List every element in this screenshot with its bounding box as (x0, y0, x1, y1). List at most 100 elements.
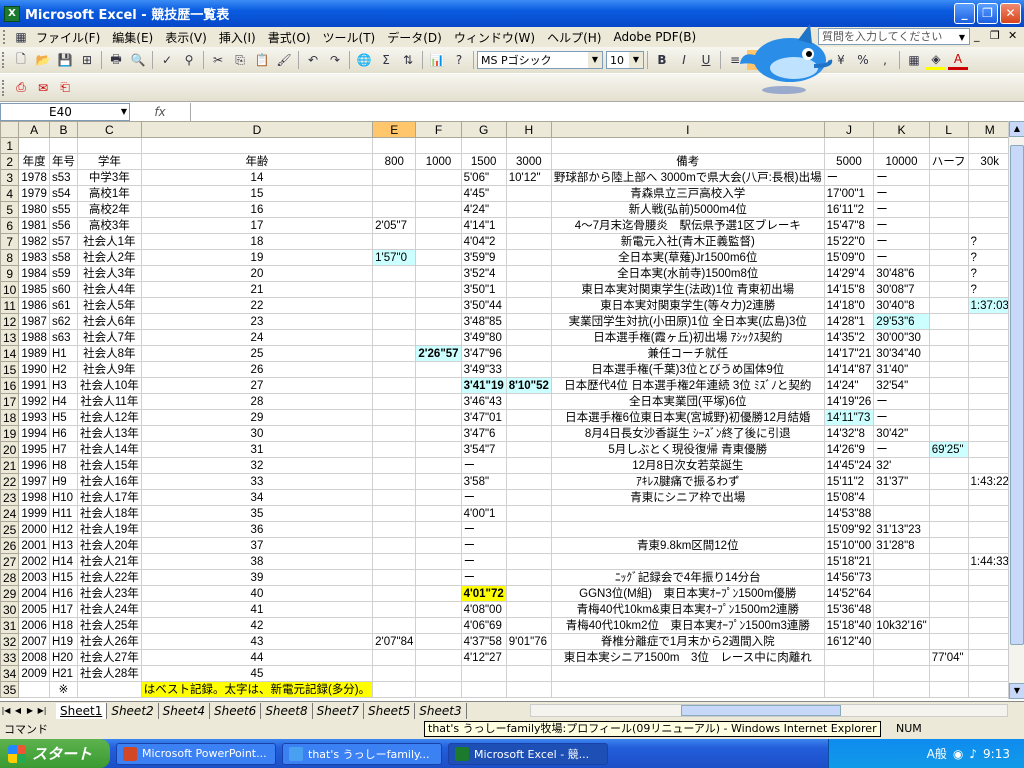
cell-m33[interactable] (967, 649, 1008, 666)
cell-l35[interactable] (928, 681, 969, 698)
row-header[interactable]: 13 (0, 329, 20, 346)
column-header-c[interactable]: C (76, 121, 142, 138)
cell-d8[interactable]: 19 (140, 249, 374, 266)
cell-i24[interactable] (550, 505, 825, 522)
cell-l33[interactable]: 77'04" (928, 649, 969, 666)
cell-b19[interactable]: H6 (48, 425, 78, 442)
menubar-grip[interactable] (3, 30, 9, 44)
cell-b1[interactable] (48, 137, 78, 154)
copy-icon[interactable]: ⎘ (230, 50, 250, 70)
taskbar-powerpoint[interactable]: Microsoft PowerPoint... (116, 742, 276, 765)
cell-i26[interactable]: 青東9.8km区間12位 (550, 537, 825, 554)
tab-sheet3[interactable]: Sheet3 (415, 702, 467, 719)
cell-k35[interactable] (873, 681, 930, 698)
column-header-m[interactable]: M (967, 121, 1008, 138)
cell-e25[interactable] (372, 521, 417, 538)
cell-f27[interactable] (415, 553, 462, 570)
cell-d28[interactable]: 39 (140, 569, 374, 586)
cell-h26[interactable] (505, 537, 552, 554)
cell-i5[interactable]: 新人戦(弘前)5000m4位 (550, 201, 825, 218)
cell-f26[interactable] (415, 537, 462, 554)
cell-g11[interactable]: 3'50"44 (460, 297, 507, 314)
cell-a17[interactable]: 1992 (18, 393, 50, 410)
cell-l14[interactable] (928, 345, 969, 362)
cell-c9[interactable]: 社会人3年 (76, 265, 142, 282)
horizontal-scrollbar[interactable] (530, 704, 1008, 717)
cell-g19[interactable]: 3'47"6 (460, 425, 507, 442)
cell-k21[interactable]: 32' (873, 457, 930, 474)
cell-b7[interactable]: s57 (48, 233, 78, 250)
cell-i14[interactable]: 兼任コーチ就任 (550, 345, 825, 362)
menu-data[interactable]: データ(D) (381, 29, 448, 46)
menu-format[interactable]: 書式(O) (262, 29, 317, 46)
cell-j10[interactable]: 14'15"8 (823, 281, 875, 298)
cell-j19[interactable]: 14'32"8 (823, 425, 875, 442)
cell-b12[interactable]: s62 (48, 313, 78, 330)
cell-h10[interactable] (505, 281, 552, 298)
cell-i18[interactable]: 日本選手権6位東日本実(宮城野)初優勝12月結婚 (550, 409, 825, 426)
cell-b11[interactable]: s61 (48, 297, 78, 314)
cell-c5[interactable]: 高校2年 (76, 201, 142, 218)
row-header[interactable]: 29 (0, 585, 20, 602)
cell-d6[interactable]: 17 (140, 217, 374, 234)
tab-sheet6[interactable]: Sheet6 (210, 702, 262, 719)
cell-j25[interactable]: 15'09"92 (823, 521, 875, 538)
cell-h30[interactable] (505, 601, 552, 618)
pdf-toolbar-grip[interactable] (2, 79, 8, 96)
cell-a31[interactable]: 2006 (18, 617, 50, 634)
column-header-h[interactable]: H (505, 121, 552, 138)
cell-g29[interactable]: 4'01"72 (460, 585, 507, 602)
help-dropdown-icon[interactable]: ▼ (956, 30, 968, 43)
cell-m35[interactable] (967, 681, 1008, 698)
cell-c1[interactable] (76, 137, 142, 154)
workbook-restore-button[interactable]: ❐ (990, 29, 1000, 42)
cell-j20[interactable]: 14'26"9 (823, 441, 875, 458)
cell-i16[interactable]: 日本歴代4位 日本選手権2年連続 3位 ﾐｽﾞﾉと契約 (550, 377, 825, 394)
cell-a23[interactable]: 1998 (18, 489, 50, 506)
row-header[interactable]: 5 (0, 201, 20, 218)
name-box[interactable]: E40 ▼ (0, 102, 130, 121)
cell-l13[interactable] (928, 329, 969, 346)
menu-help[interactable]: ヘルプ(H) (541, 29, 607, 46)
cell-b5[interactable]: s55 (48, 201, 78, 218)
cell-m26[interactable] (967, 537, 1008, 554)
cell-m23[interactable] (967, 489, 1008, 506)
row-header[interactable]: 17 (0, 393, 20, 410)
cell-l31[interactable] (928, 617, 969, 634)
cell-k25[interactable]: 31'13"23 (873, 521, 930, 538)
cell-k32[interactable] (873, 633, 930, 650)
row-header[interactable]: 30 (0, 601, 20, 618)
cell-e3[interactable] (372, 169, 417, 186)
cell-j13[interactable]: 14'35"2 (823, 329, 875, 346)
cell-m12[interactable] (967, 313, 1008, 330)
cell-f24[interactable] (415, 505, 462, 522)
cell-g5[interactable]: 4'24" (460, 201, 507, 218)
cell-a9[interactable]: 1984 (18, 265, 50, 282)
cell-b27[interactable]: H14 (48, 553, 78, 570)
cell-i28[interactable]: ﾆｯｸﾞ記録会で4年振り14分台 (550, 569, 825, 586)
cell-d9[interactable]: 20 (140, 265, 374, 282)
cell-i31[interactable]: 青梅40代10km2位 東日本実ｵｰﾌﾟﾝ1500m3連勝 (550, 617, 825, 634)
vertical-scroll-thumb[interactable] (1010, 145, 1024, 645)
cell-g7[interactable]: 4'04"2 (460, 233, 507, 250)
cell-d35[interactable]: はベスト記録。太字は、新電元記録(多分)。 (140, 681, 374, 698)
cell-h1[interactable] (505, 137, 552, 154)
cell-d20[interactable]: 31 (140, 441, 374, 458)
column-header-a[interactable]: A (18, 121, 50, 138)
row-header[interactable]: 32 (0, 633, 20, 650)
cell-a8[interactable]: 1983 (18, 249, 50, 266)
cell-m31[interactable] (967, 617, 1008, 634)
cell-h17[interactable] (505, 393, 552, 410)
cell-f18[interactable] (415, 409, 462, 426)
row-header[interactable]: 1 (0, 137, 20, 154)
cell-k6[interactable]: ー (873, 217, 930, 234)
cell-b25[interactable]: H12 (48, 521, 78, 538)
cell-a16[interactable]: 1991 (18, 377, 50, 394)
row-header[interactable]: 12 (0, 313, 20, 330)
tab-sheet7[interactable]: Sheet7 (313, 702, 364, 719)
cell-g23[interactable]: ー (460, 489, 507, 506)
cell-c17[interactable]: 社会人11年 (76, 393, 142, 410)
percent-icon[interactable]: % (853, 50, 873, 70)
cell-a14[interactable]: 1989 (18, 345, 50, 362)
cell-k12[interactable]: 29'53"6 (873, 313, 930, 330)
